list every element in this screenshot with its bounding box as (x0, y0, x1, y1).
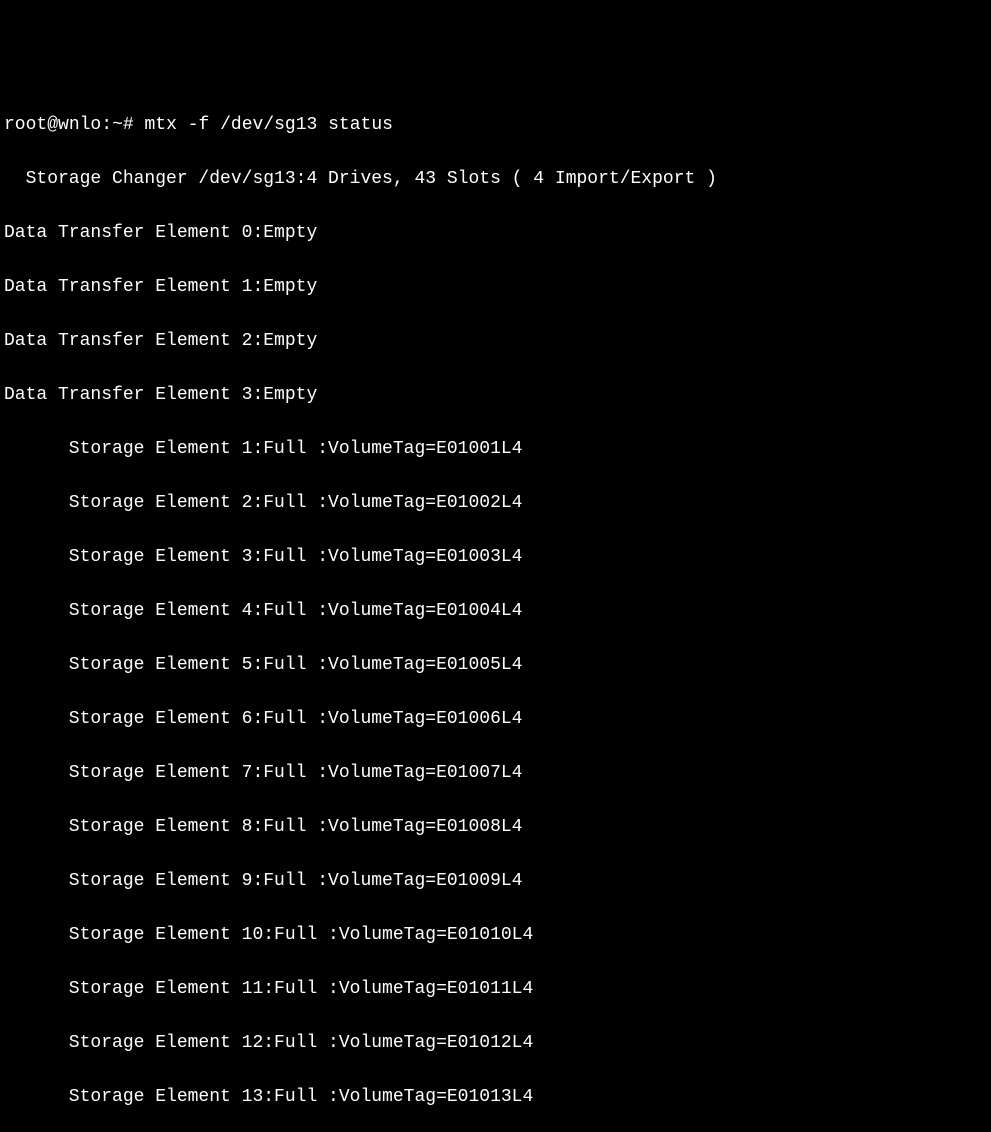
command-text: mtx -f /dev/sg13 status (145, 115, 393, 135)
storage-changer-header: Storage Changer /dev/sg13:4 Drives, 43 S… (4, 166, 987, 193)
storage-element-line: Storage Element 10:Full :VolumeTag=E0101… (4, 922, 987, 949)
transfer-element-line: Data Transfer Element 3:Empty (4, 382, 987, 409)
storage-element-line: Storage Element 6:Full :VolumeTag=E01006… (4, 706, 987, 733)
transfer-element-line: Data Transfer Element 2:Empty (4, 328, 987, 355)
storage-element-line: Storage Element 2:Full :VolumeTag=E01002… (4, 490, 987, 517)
storage-element-line: Storage Element 3:Full :VolumeTag=E01003… (4, 544, 987, 571)
transfer-element-line: Data Transfer Element 0:Empty (4, 220, 987, 247)
prompt-host: wnlo (58, 115, 101, 135)
prompt-symbol: # (123, 115, 134, 135)
storage-element-line: Storage Element 1:Full :VolumeTag=E01001… (4, 436, 987, 463)
storage-element-line: Storage Element 7:Full :VolumeTag=E01007… (4, 760, 987, 787)
storage-element-line: Storage Element 8:Full :VolumeTag=E01008… (4, 814, 987, 841)
storage-element-line: Storage Element 9:Full :VolumeTag=E01009… (4, 868, 987, 895)
storage-element-line: Storage Element 12:Full :VolumeTag=E0101… (4, 1030, 987, 1057)
prompt-line[interactable]: root@wnlo:~# mtx -f /dev/sg13 status (4, 112, 987, 139)
storage-element-line: Storage Element 13:Full :VolumeTag=E0101… (4, 1084, 987, 1111)
storage-element-line: Storage Element 11:Full :VolumeTag=E0101… (4, 976, 987, 1003)
prompt-path: ~ (112, 115, 123, 135)
storage-element-line: Storage Element 5:Full :VolumeTag=E01005… (4, 652, 987, 679)
storage-element-line: Storage Element 4:Full :VolumeTag=E01004… (4, 598, 987, 625)
transfer-element-line: Data Transfer Element 1:Empty (4, 274, 987, 301)
prompt-user: root (4, 115, 47, 135)
